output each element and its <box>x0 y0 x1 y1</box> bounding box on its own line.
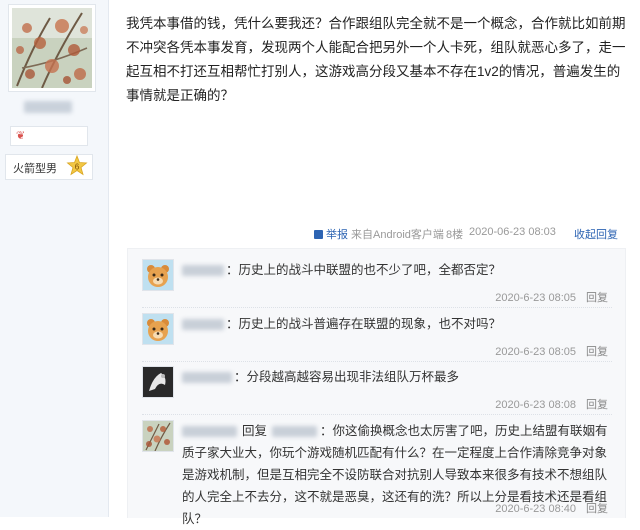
reply-footer: 2020-6-23 08:05 回复 <box>495 289 608 305</box>
divider <box>142 307 612 308</box>
collapse-replies-button[interactable]: 收起回复 <box>574 226 618 242</box>
avatar-image <box>12 8 92 88</box>
reply-list: ：历史上的战斗中联盟的也不少了吧，全都否定？ 2020-6-23 08:05 回复… <box>127 248 626 526</box>
divider <box>142 414 612 415</box>
post-content: 我凭本事借的钱，凭什么要我还？合作跟组队完全就不是一个概念，合作就比如前期不冲突… <box>126 16 626 103</box>
reply-footer: 2020-6-23 08:40 回复 <box>495 500 608 516</box>
lungs-icon: ❦ <box>16 129 26 142</box>
reply-time: 2020-6-23 08:08 <box>495 399 576 411</box>
tree-avatar-icon <box>143 421 173 451</box>
reply-time: 2020-6-23 08:05 <box>495 346 576 358</box>
list-item: ：分段越高越容易出现非法组队万杯最多 2020-6-23 08:08 回复 <box>142 366 612 416</box>
reply-text: ：分段越高越容易出现非法组队万杯最多 <box>234 370 460 384</box>
divider <box>142 361 612 362</box>
report-icon <box>314 230 323 239</box>
reply-button[interactable]: 回复 <box>586 346 608 358</box>
report-button[interactable]: 举报 <box>314 226 348 242</box>
reply-username-hidden[interactable] <box>182 372 232 383</box>
author-avatar[interactable] <box>8 4 96 92</box>
report-label: 举报 <box>326 229 348 241</box>
reply-avatar[interactable] <box>142 366 174 398</box>
dark-avatar-icon <box>143 367 173 397</box>
reply-text: ：历史上的战斗普遍存在联盟的现象，也不对吗？ <box>226 317 502 331</box>
svg-text:6: 6 <box>75 163 80 172</box>
level-name: 火箭型男 <box>13 163 57 175</box>
reply-username-hidden[interactable] <box>182 319 224 330</box>
floor-number: 8楼 <box>446 229 464 241</box>
author-badge: ❦ <box>10 126 88 146</box>
author-username-hidden[interactable] <box>24 101 72 113</box>
reply-button[interactable]: 回复 <box>586 399 608 411</box>
list-item: 回复 ：你这偷换概念也太厉害了吧，历史上结盟有联姻有质子家大业大，你玩个游戏随机… <box>142 420 612 526</box>
reply-username-hidden[interactable] <box>182 265 224 276</box>
reply-avatar[interactable] <box>142 313 174 345</box>
reply-footer: 2020-6-23 08:08 回复 <box>495 396 608 412</box>
post-date: 2020-06-23 08:03 <box>469 226 556 238</box>
reply-avatar[interactable] <box>142 259 174 291</box>
bear-avatar-icon <box>143 260 173 290</box>
reply-avatar[interactable] <box>142 420 174 452</box>
reply-text: ：历史上的战斗中联盟的也不少了吧，全都否定？ <box>226 263 502 277</box>
bear-avatar-icon <box>143 314 173 344</box>
list-item: ：历史上的战斗中联盟的也不少了吧，全都否定？ 2020-6-23 08:05 回复 <box>142 259 612 309</box>
reply-time: 2020-6-23 08:05 <box>495 292 576 304</box>
list-item: ：历史上的战斗普遍存在联盟的现象，也不对吗？ 2020-6-23 08:05 回复 <box>142 313 612 363</box>
post-meta-bar: 举报 来自Android客户端 8楼 2020-06-23 08:03 收起回复 <box>126 226 622 242</box>
client-source: 来自Android客户端 <box>351 229 444 241</box>
author-sidebar: ❦ 火箭型男 6 <box>0 0 109 517</box>
reply-button[interactable]: 回复 <box>586 292 608 304</box>
reply-button[interactable]: 回复 <box>586 503 608 515</box>
reply-footer: 2020-6-23 08:05 回复 <box>495 343 608 359</box>
level-star-icon: 6 <box>66 155 88 176</box>
reply-time: 2020-6-23 08:40 <box>495 503 576 515</box>
author-level[interactable]: 火箭型男 6 <box>5 154 93 180</box>
